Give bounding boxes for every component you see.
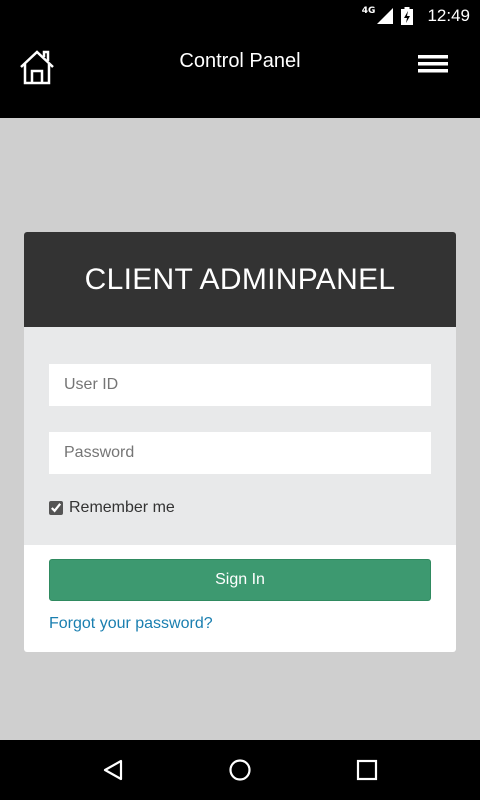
menu-icon[interactable]	[418, 54, 448, 74]
page-title: Control Panel	[179, 50, 301, 72]
sign-in-button[interactable]: Sign In	[49, 559, 431, 601]
login-form: Remember me	[24, 327, 456, 545]
signal-icon	[377, 8, 394, 24]
home-circle-icon	[229, 759, 251, 781]
app-bar: Control Panel	[0, 32, 480, 118]
login-card: CLIENT ADMINPANEL Remember me Sign In Fo…	[24, 232, 456, 652]
recents-button[interactable]	[347, 750, 387, 790]
forgot-password-link[interactable]: Forgot your password?	[49, 615, 213, 633]
status-bar: 4G 12:49	[0, 0, 480, 32]
battery-charging-icon	[401, 7, 414, 25]
home-button[interactable]	[220, 750, 260, 790]
card-footer: Sign In Forgot your password?	[24, 545, 456, 633]
recents-icon	[356, 759, 377, 781]
navigation-bar	[0, 740, 480, 800]
network-type: 4G	[361, 6, 376, 16]
remember-me[interactable]: Remember me	[49, 499, 431, 517]
remember-me-label: Remember me	[69, 499, 175, 516]
back-icon	[104, 759, 123, 781]
card-header: CLIENT ADMINPANEL	[24, 232, 456, 327]
clock: 12:49	[427, 6, 470, 25]
back-button[interactable]	[93, 750, 133, 790]
remember-me-checkbox[interactable]	[49, 501, 63, 515]
password-field[interactable]	[49, 432, 431, 474]
user-id-field[interactable]	[49, 364, 431, 406]
